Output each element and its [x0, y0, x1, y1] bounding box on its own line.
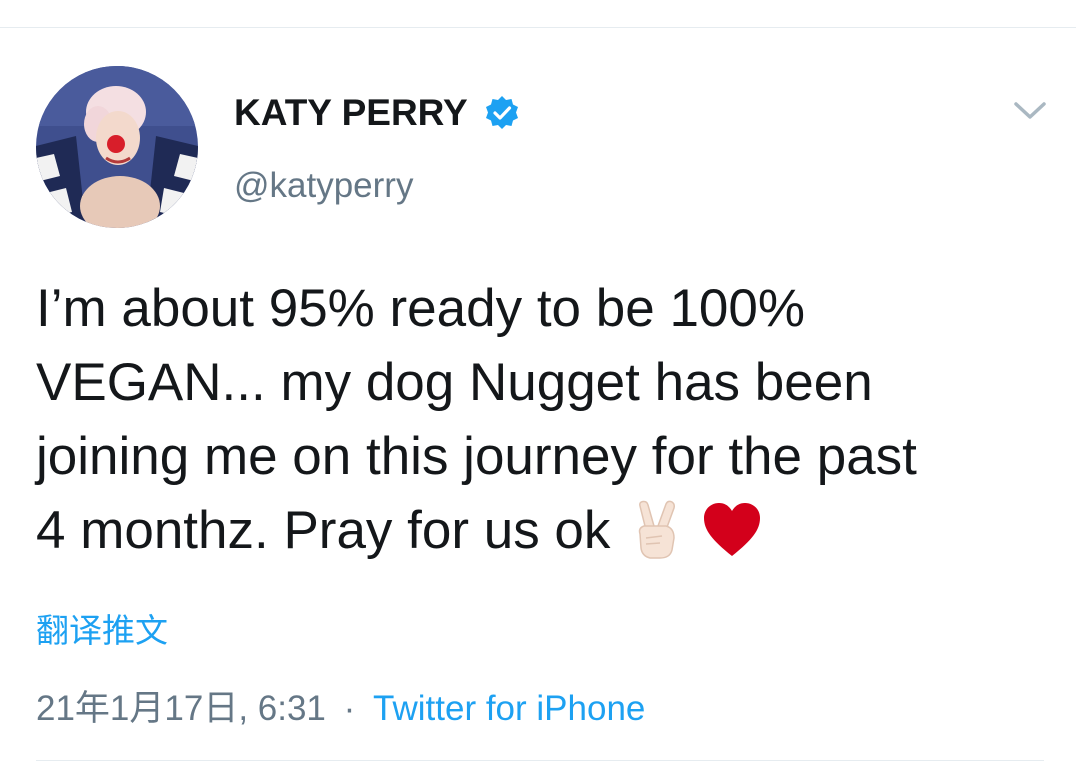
tweet-card: KATY PERRY @katyperry I’m about 95% read…: [0, 0, 1076, 764]
tweet-timestamp[interactable]: 21年1月17日, 6:31: [36, 689, 326, 728]
user-handle[interactable]: @katyperry: [234, 166, 413, 206]
tweet-line: VEGAN... my dog Nugget has been: [36, 353, 873, 412]
tweet-last-line: 4 monthz. Pray for us ok: [36, 494, 1056, 568]
display-name-text: KATY PERRY: [234, 92, 468, 133]
translate-tweet-link[interactable]: 翻译推文: [36, 604, 168, 652]
tweet-source-link[interactable]: Twitter for iPhone: [373, 689, 645, 728]
display-name[interactable]: KATY PERRY: [234, 92, 520, 134]
victory-hand-emoji: [632, 500, 682, 560]
tweet-line: joining me on this journey for the past: [36, 427, 917, 486]
tweet-meta: 21年1月17日, 6:31 · Twitter for iPhone: [36, 680, 645, 731]
bottom-divider: [36, 760, 1044, 761]
top-divider: [0, 27, 1076, 28]
tweet-line-text: 4 monthz. Pray for us ok: [36, 501, 611, 560]
tweet-text: I’m about 95% ready to be 100% VEGAN... …: [36, 272, 1056, 568]
verified-badge-icon: [484, 95, 520, 131]
avatar[interactable]: [36, 66, 198, 228]
red-heart-emoji: [702, 502, 762, 558]
chevron-down-icon: [1014, 102, 1046, 119]
meta-separator: ·: [343, 689, 356, 728]
tweet-menu-button[interactable]: [1008, 92, 1052, 128]
tweet-line: I’m about 95% ready to be 100%: [36, 279, 805, 338]
